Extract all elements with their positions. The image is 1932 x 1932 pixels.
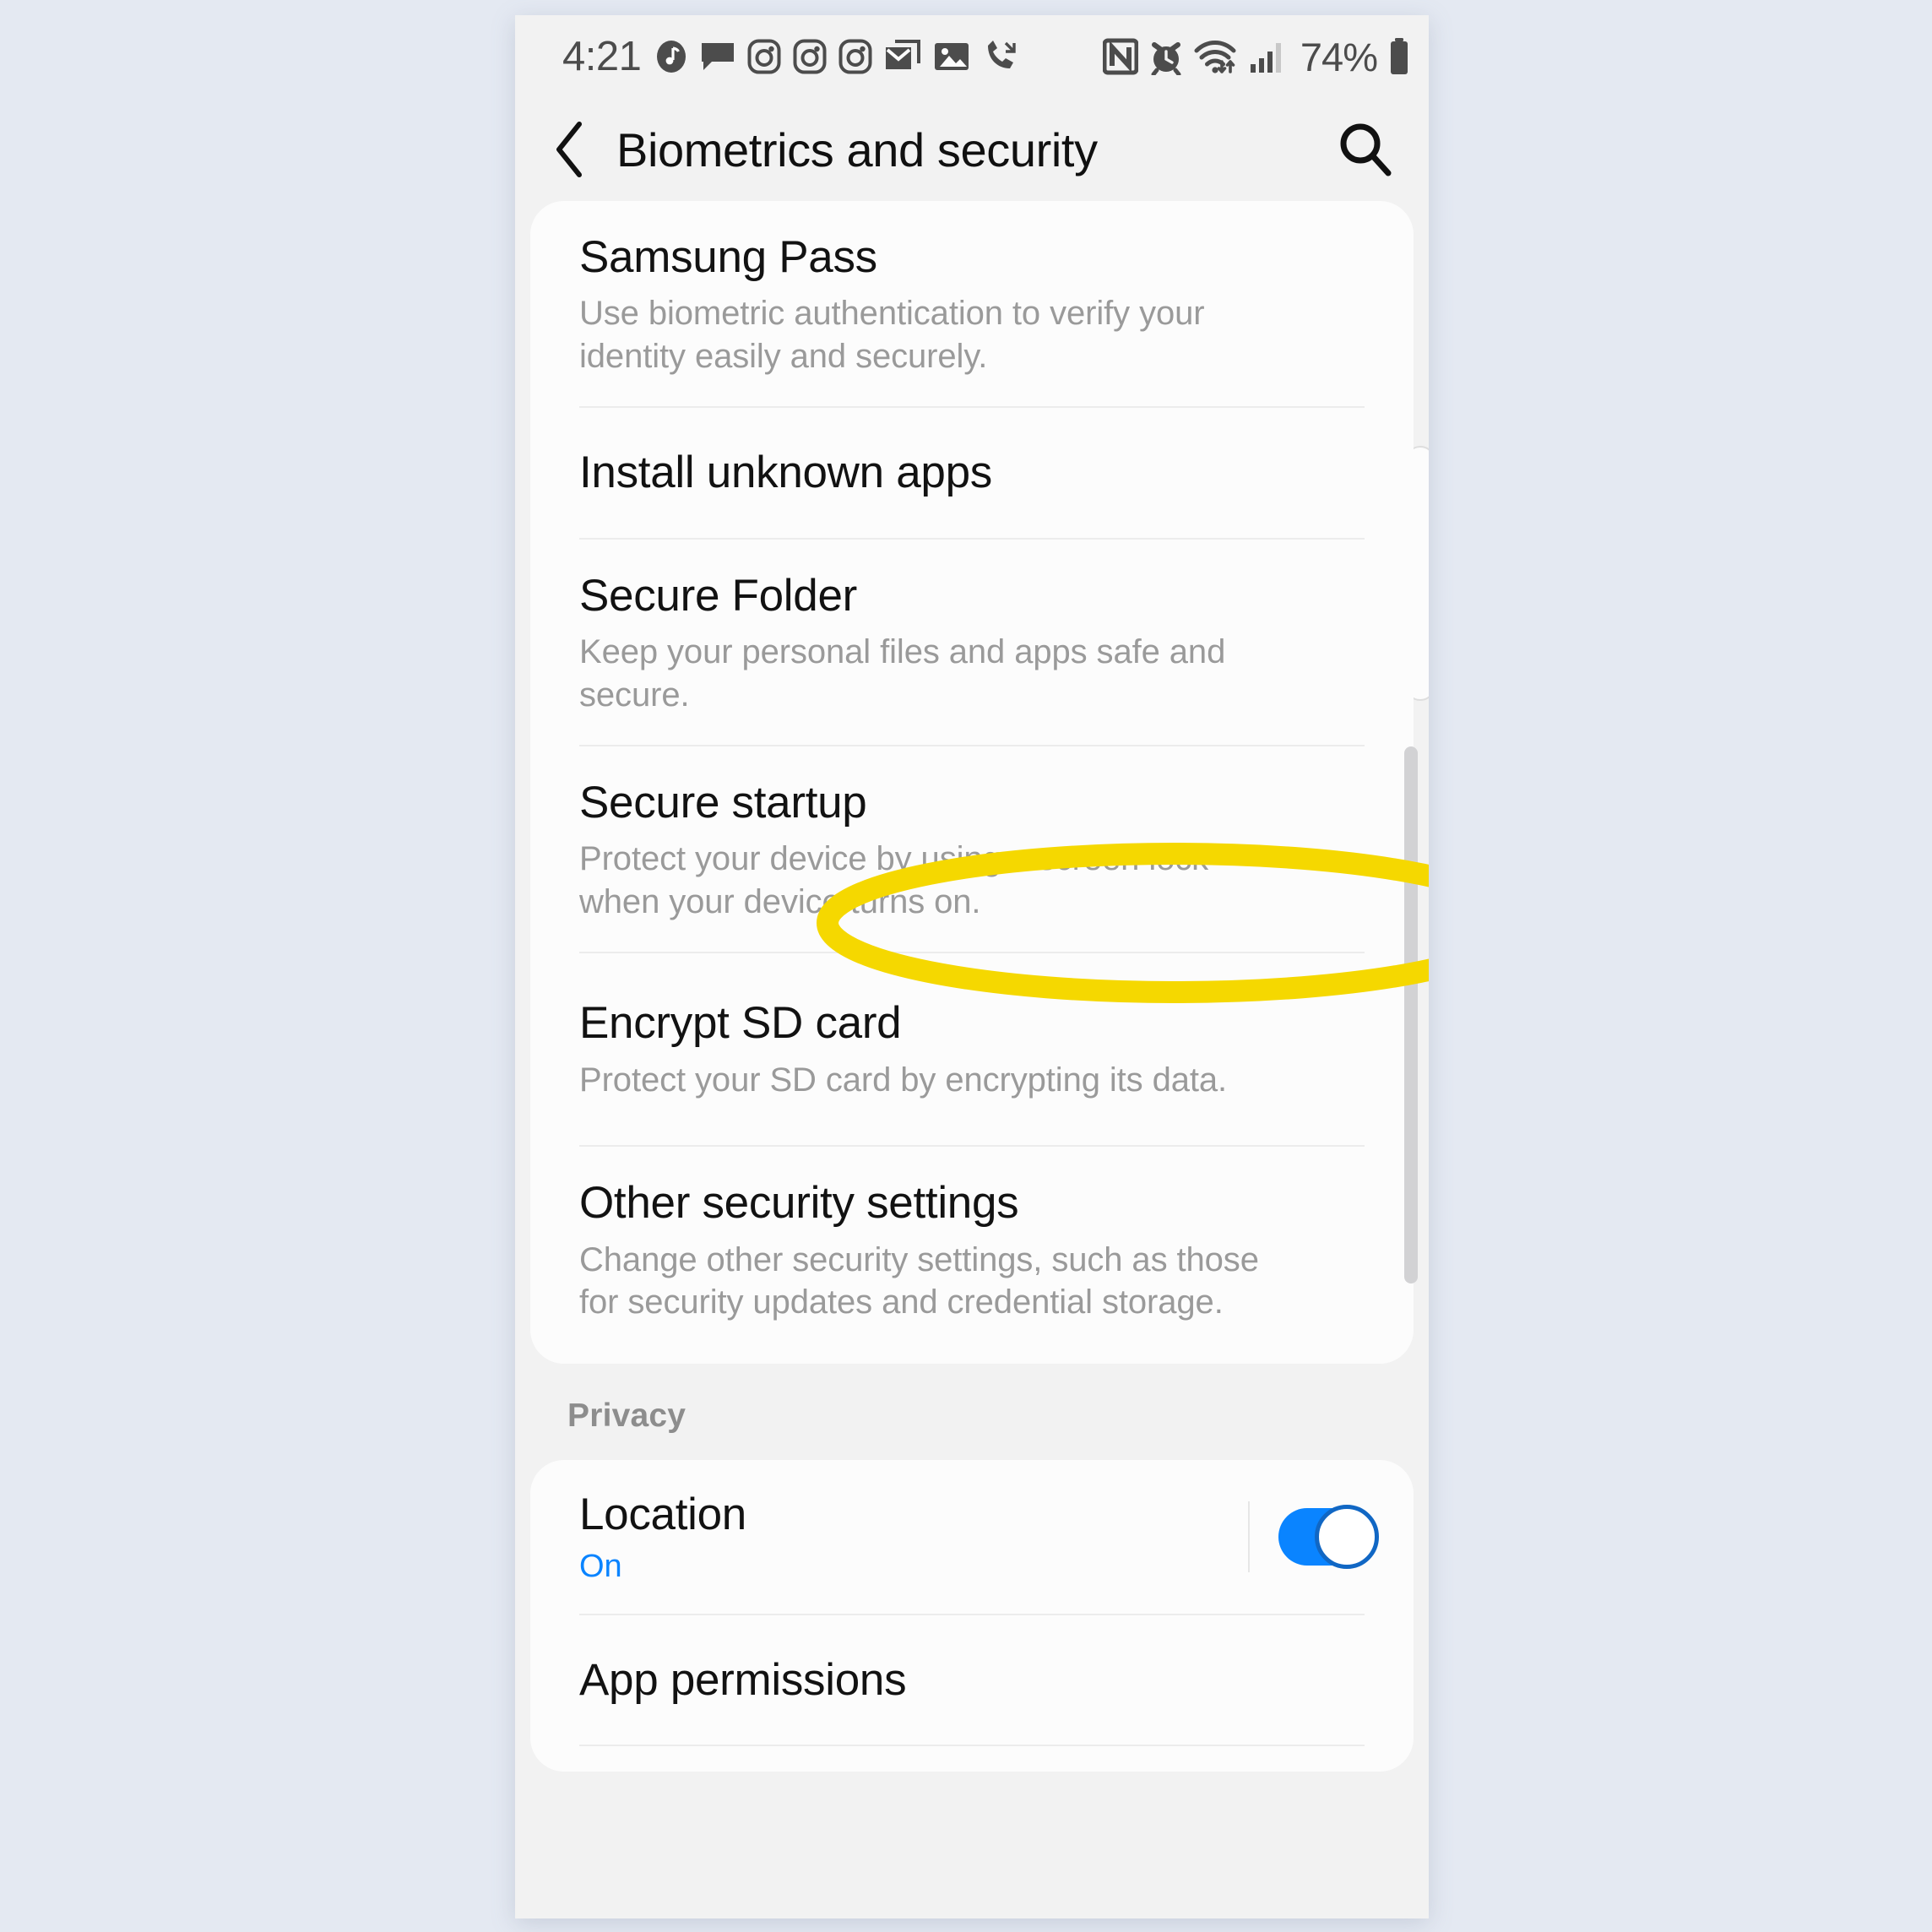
list-item-title: Install unknown apps: [579, 448, 992, 498]
app-bar: Biometrics and security: [515, 98, 1429, 201]
list-item-location[interactable]: Location On: [530, 1460, 1414, 1613]
card-bottom-spacer: [530, 1746, 1414, 1772]
chat-bubble-icon: [702, 43, 735, 70]
list-item-title: Secure Folder: [579, 570, 857, 621]
list-item-app-permissions[interactable]: App permissions: [530, 1615, 1414, 1745]
signal-bars-icon: [1250, 43, 1281, 73]
list-item-title: Location: [579, 1490, 746, 1540]
location-toggle[interactable]: [1278, 1505, 1379, 1570]
section-label-privacy: Privacy: [567, 1397, 687, 1435]
list-item-title: Encrypt SD card: [579, 998, 902, 1049]
list-item-subtitle: Use biometric authentication to verify y…: [579, 295, 1205, 375]
music-note-icon: [657, 41, 687, 73]
scrollbar-thumb[interactable]: [1404, 746, 1418, 1283]
list-item-subtitle: Change other security settings, such as …: [579, 1240, 1259, 1321]
phone-screenshot: 4:21 74% Biometrics and security Samsung…: [515, 15, 1429, 1918]
status-bar-notification-icons: [654, 39, 1018, 74]
scrollbar[interactable]: [1404, 201, 1418, 1918]
instagram-icon: [838, 39, 872, 74]
list-item-title: Samsung Pass: [579, 232, 877, 282]
security-settings-card: Samsung Pass Use biometric authenticatio…: [530, 201, 1414, 1365]
list-item-title: Other security settings: [579, 1178, 1019, 1229]
list-item-install-unknown-apps[interactable]: Install unknown apps: [530, 408, 1414, 537]
toggle-separator: [1248, 1501, 1250, 1573]
list-item-other-security-settings[interactable]: Other security settings Change other sec…: [530, 1147, 1414, 1364]
page-title: Biometrics and security: [616, 122, 1098, 176]
missed-call-icon: [988, 41, 1017, 68]
battery-percent-label: 74%: [1300, 34, 1378, 79]
search-icon[interactable]: [1334, 118, 1397, 181]
settings-scroll-area[interactable]: Samsung Pass Use biometric authenticatio…: [515, 201, 1429, 1918]
list-item-subtitle: Protect your device by using a screen lo…: [579, 840, 1209, 920]
status-bar: 4:21 74%: [515, 15, 1429, 98]
photo-icon: [935, 43, 969, 70]
status-bar-system-icons: 74%: [1102, 34, 1410, 80]
list-item-title: Secure startup: [579, 777, 867, 828]
wifi-icon: [1194, 40, 1236, 73]
instagram-icon: [747, 39, 781, 74]
nfc-icon: [1102, 38, 1138, 75]
list-item-title: App permissions: [579, 1654, 907, 1705]
privacy-settings-card: Location On App permissions: [530, 1460, 1414, 1772]
list-item-samsung-pass[interactable]: Samsung Pass Use biometric authenticatio…: [530, 201, 1414, 406]
chevron-left-icon[interactable]: [551, 119, 591, 180]
list-item-secure-folder[interactable]: Secure Folder Keep your personal files a…: [530, 540, 1414, 745]
list-item-secure-startup[interactable]: Secure startup Protect your device by us…: [530, 746, 1414, 952]
toggle-knob: [1315, 1505, 1379, 1570]
list-item-encrypt-sd-card[interactable]: Encrypt SD card Protect your SD card by …: [530, 953, 1414, 1145]
mail-stack-icon: [886, 40, 921, 69]
battery-icon: [1391, 38, 1408, 74]
list-item-subtitle: Keep your personal files and apps safe a…: [579, 633, 1226, 714]
status-bar-clock: 4:21: [562, 34, 642, 79]
list-item-subtitle: Protect your SD card by encrypting its d…: [579, 1061, 1228, 1099]
location-state-label: On: [579, 1548, 622, 1584]
instagram-icon: [793, 39, 827, 74]
alarm-icon: [1151, 42, 1181, 75]
